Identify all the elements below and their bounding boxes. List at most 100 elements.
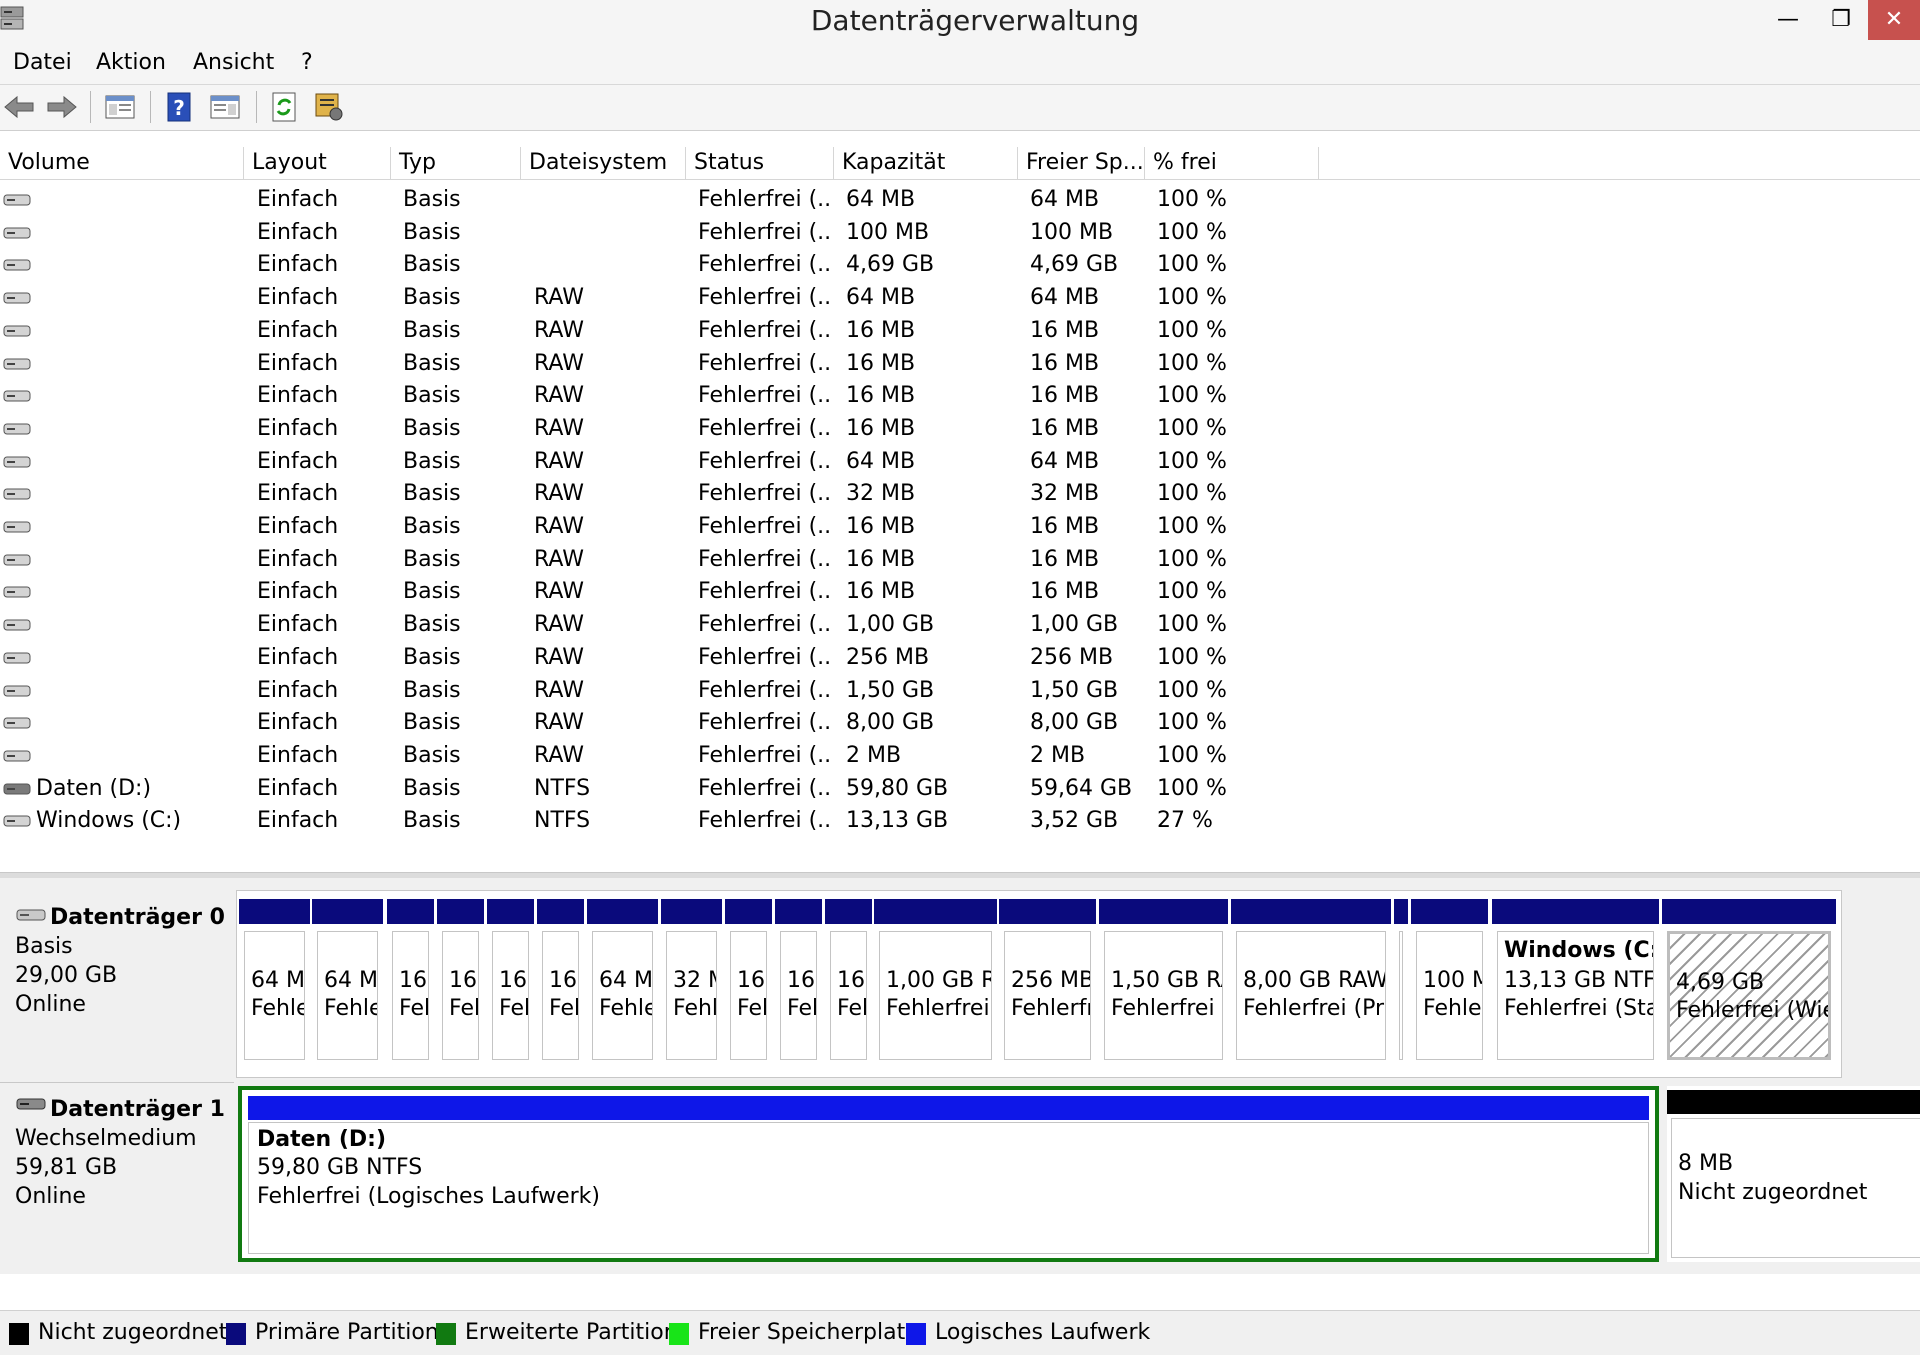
volume-name — [36, 543, 236, 576]
toolbar: ? — [0, 85, 1920, 131]
disk-0-partition[interactable]: 4,69 GB Fehlerfrei (Wie — [1662, 899, 1836, 1067]
disk-0-info[interactable]: Datenträger 0 Basis 29,00 GB Online — [0, 890, 234, 1076]
volume-row[interactable]: Einfach Basis RAW Fehlerfrei (... 256 MB 256 … — [0, 641, 1920, 674]
volume-row[interactable]: Einfach Basis Fehlerfrei (... 64 MB 64 MB 100… — [0, 183, 1920, 216]
volume-layout: Einfach — [257, 285, 339, 311]
volume-free-space: 1,50 GB — [1030, 677, 1119, 703]
volume-icon — [3, 488, 31, 500]
disk-1-info[interactable]: Datenträger 1 Wechselmedium 59,81 GB Onl… — [0, 1082, 234, 1269]
disk-0-partition[interactable]: 16 MB Fehlerfrei — [437, 899, 484, 1067]
volume-row[interactable]: Einfach Basis RAW Fehlerfrei (... 16 MB 16 MB… — [0, 347, 1920, 380]
column-header-typ[interactable]: Typ — [391, 147, 521, 179]
action-pane-icon[interactable] — [209, 91, 241, 123]
disk-0-partition[interactable]: 64 MB Fehlerfrei — [312, 899, 383, 1067]
volume-free-space: 16 MB — [1030, 383, 1100, 409]
volume-row[interactable]: Einfach Basis RAW Fehlerfrei (... 16 MB 16 MB… — [0, 543, 1920, 576]
disk-0-partition[interactable]: 16 MB Fehlerfrei — [775, 899, 822, 1067]
volume-row[interactable]: Einfach Basis RAW Fehlerfrei (... 16 MB 16 MB… — [0, 314, 1920, 347]
column-header-prozent-frei[interactable]: % frei — [1145, 147, 1319, 179]
volume-percent-free: 100 % — [1157, 383, 1227, 409]
volume-row[interactable]: Einfach Basis RAW Fehlerfrei (... 16 MB 16 MB… — [0, 510, 1920, 543]
disk-0-partition[interactable]: 1,50 GB RAW Fehlerfrei — [1099, 899, 1228, 1067]
volume-filesystem: RAW — [534, 612, 584, 638]
disk-0-partition[interactable]: 8,00 GB RAW Fehlerfrei (Pri — [1231, 899, 1391, 1067]
disk-0-partition[interactable]: 16 MB Fehlerfrei — [537, 899, 584, 1067]
disk-0-partition[interactable]: 16 MB Fehlerfrei — [387, 899, 434, 1067]
volume-icon — [3, 292, 31, 304]
forward-arrow-icon[interactable] — [46, 91, 78, 123]
volume-icon — [3, 423, 31, 435]
disk-0-partition[interactable] — [1394, 899, 1408, 1067]
volume-icon — [3, 586, 31, 598]
column-header-layout[interactable]: Layout — [244, 147, 391, 179]
menu-datei[interactable]: Datei — [13, 50, 72, 75]
minimize-button[interactable]: — — [1765, 0, 1811, 40]
restore-button[interactable]: ❐ — [1818, 0, 1864, 40]
extended-partition[interactable]: Daten (D:) 59,80 GB NTFS Fehlerfrei (Log… — [238, 1086, 1659, 1262]
volume-row[interactable]: Einfach Basis RAW Fehlerfrei (... 1,50 GB 1,5… — [0, 674, 1920, 707]
disk-0-partition[interactable]: 64 MB Fehlerfrei — [239, 899, 310, 1067]
partition-box: 64 MB Fehlerfrei — [592, 931, 653, 1060]
partition-status: Fehlerfrei — [251, 996, 305, 1021]
partition-status: Fehlerfrei (Sta — [1504, 996, 1654, 1021]
partition-bar — [537, 899, 584, 924]
volume-row[interactable]: Einfach Basis RAW Fehlerfrei (... 8,00 GB 8,0… — [0, 706, 1920, 739]
partition-size: 16 MB — [737, 968, 766, 993]
help-icon[interactable]: ? — [164, 91, 196, 123]
column-header-status[interactable]: Status — [686, 147, 834, 179]
disk-0-partition[interactable]: 256 MB RAW Fehlerfrei — [999, 899, 1096, 1067]
properties-icon[interactable] — [313, 91, 345, 123]
volume-row[interactable]: Einfach Basis RAW Fehlerfrei (... 64 MB 64 MB… — [0, 445, 1920, 478]
volume-layout: Einfach — [257, 514, 339, 539]
disk-0-partition[interactable]: 100 MB Fehlerfrei — [1411, 899, 1488, 1067]
volume-row[interactable]: Einfach Basis Fehlerfrei (... 4,69 GB 4,69 G… — [0, 248, 1920, 281]
volume-type: Basis — [403, 579, 461, 605]
volume-name — [36, 216, 236, 249]
volume-row[interactable]: Einfach Basis RAW Fehlerfrei (... 1,00 GB 1,0… — [0, 608, 1920, 641]
partition-status: Fehlerfrei — [399, 996, 428, 1021]
volume-row[interactable]: Einfach Basis RAW Fehlerfrei (... 16 MB 16 MB… — [0, 412, 1920, 445]
disk-0-partition[interactable]: 1,00 GB RAW Fehlerfrei — [874, 899, 997, 1067]
partition-status: Fehlerfrei — [449, 996, 478, 1021]
column-header-freier-speicher[interactable]: Freier Sp... — [1018, 147, 1145, 179]
disk-0-partition[interactable]: 16 MB Fehlerfrei — [825, 899, 872, 1067]
logical-drive-status: Fehlerfrei (Logisches Laufwerk) — [257, 1184, 600, 1209]
disk-0-title: Datenträger 0 — [50, 905, 225, 930]
volume-row[interactable]: Daten (D:) Einfach Basis NTFS Fehlerfrei (..… — [0, 772, 1920, 805]
disk-0-partition[interactable]: 32 MB Fehlerfrei — [661, 899, 722, 1067]
logical-drive-daten-d[interactable]: Daten (D:) 59,80 GB NTFS Fehlerfrei (Log… — [248, 1122, 1649, 1254]
menu-aktion[interactable]: Aktion — [96, 50, 166, 75]
volume-row[interactable]: Einfach Basis RAW Fehlerfrei (... 16 MB 16 MB… — [0, 379, 1920, 412]
partition-size: 16 MB — [549, 968, 578, 993]
unallocated-space[interactable]: 8 MB Nicht zugeordnet — [1667, 1086, 1920, 1262]
back-arrow-icon[interactable] — [3, 91, 35, 123]
partition-size: 64 MB — [599, 968, 653, 993]
volume-name — [36, 575, 236, 608]
disk-0-partition[interactable]: 16 MB Fehlerfrei — [725, 899, 772, 1067]
partition-box: 16 MB Fehlerfrei — [492, 931, 529, 1060]
volume-row[interactable]: Einfach Basis RAW Fehlerfrei (... 64 MB 64 MB… — [0, 281, 1920, 314]
partition-status: Fehlerfrei (Pri — [1243, 996, 1386, 1021]
console-tree-icon[interactable] — [104, 91, 136, 123]
disk-0-partition[interactable]: 16 MB Fehlerfrei — [487, 899, 534, 1067]
volume-row[interactable]: Einfach Basis RAW Fehlerfrei (... 32 MB 32 MB… — [0, 477, 1920, 510]
volume-row[interactable]: Einfach Basis Fehlerfrei (... 100 MB 100 MB 1… — [0, 216, 1920, 249]
legend: Nicht zugeordnet Primäre Partition Erwei… — [0, 1310, 1920, 1355]
disk-0-partition[interactable]: 64 MB Fehlerfrei — [587, 899, 658, 1067]
volume-row[interactable]: Windows (C:) Einfach Basis NTFS Fehlerfrei (… — [0, 804, 1920, 837]
volume-capacity: 64 MB — [846, 285, 916, 311]
column-header-kapazitaet[interactable]: Kapazität — [834, 147, 1018, 179]
volume-type: Basis — [403, 481, 461, 507]
refresh-icon[interactable] — [268, 91, 300, 123]
column-header-volume[interactable]: Volume — [0, 147, 244, 179]
menu-ansicht[interactable]: Ansicht — [193, 50, 274, 75]
column-header-dateisystem[interactable]: Dateisystem — [521, 147, 686, 179]
volume-filesystem: NTFS — [534, 808, 591, 834]
volume-row[interactable]: Einfach Basis RAW Fehlerfrei (... 16 MB 16 MB… — [0, 575, 1920, 608]
volume-row[interactable]: Einfach Basis RAW Fehlerfrei (... 2 MB 2 MB 10… — [0, 739, 1920, 772]
menu-help[interactable]: ? — [301, 50, 313, 75]
volume-filesystem: RAW — [534, 350, 584, 376]
volume-capacity: 4,69 GB — [846, 252, 935, 278]
close-button[interactable]: ✕ — [1868, 0, 1920, 40]
disk-0-partition[interactable]: Windows (C:) 13,13 GB NTFS Fehlerfrei (Sta — [1492, 899, 1659, 1067]
